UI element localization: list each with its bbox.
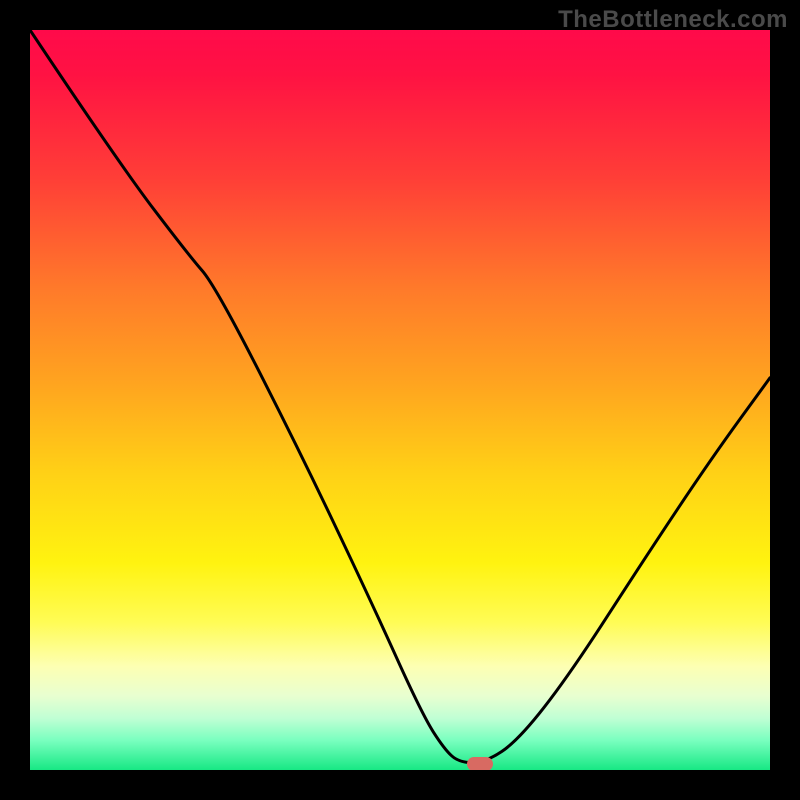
curve-svg — [30, 30, 770, 770]
optimum-marker — [467, 757, 493, 770]
watermark-text: TheBottleneck.com — [558, 6, 788, 34]
plot-area — [30, 30, 770, 770]
chart-frame: TheBottleneck.com — [0, 0, 800, 800]
bottleneck-curve-path — [30, 30, 770, 763]
